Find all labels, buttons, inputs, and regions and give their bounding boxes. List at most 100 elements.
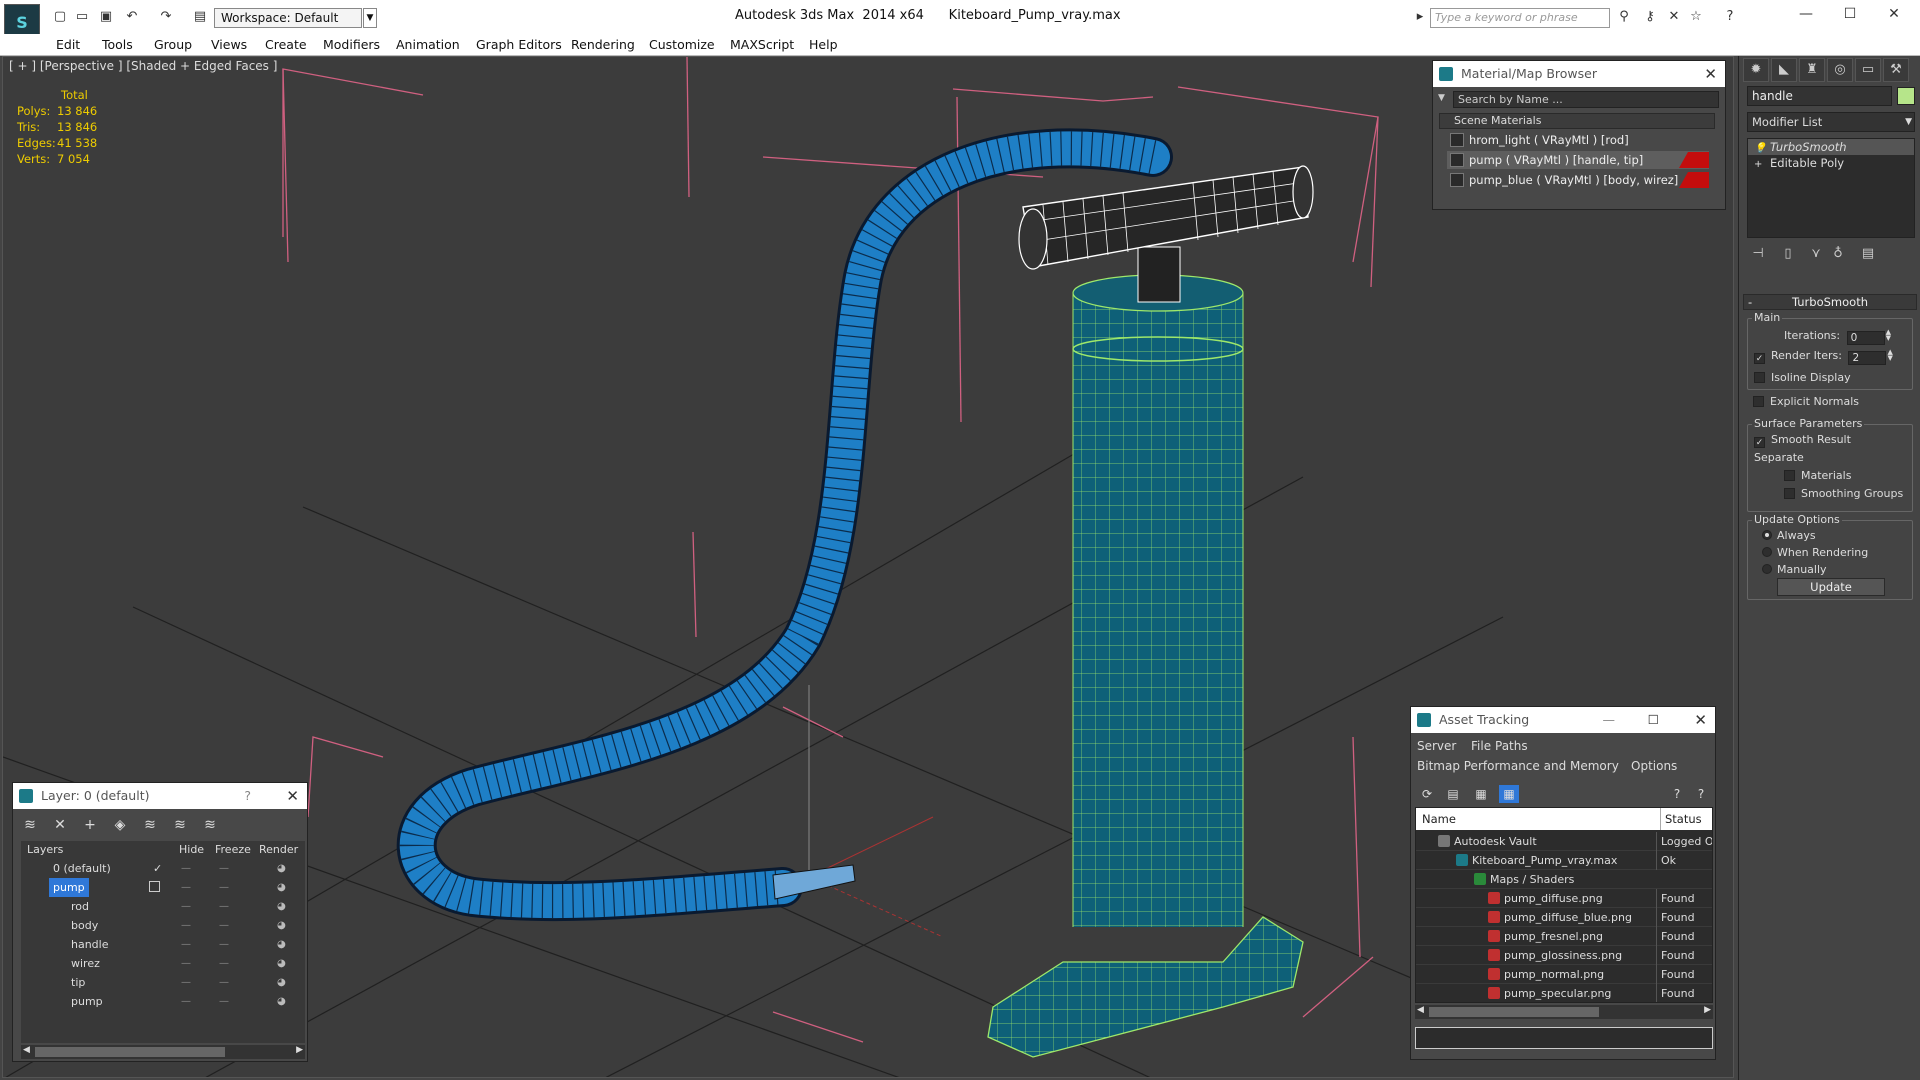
column-layers[interactable]: Layers — [27, 841, 63, 859]
undo-icon[interactable]: ↶ — [124, 9, 140, 25]
material-search-input[interactable]: Search by Name ... — [1453, 91, 1719, 108]
always-radio[interactable] — [1762, 530, 1772, 540]
layer-row[interactable]: handle — — ◕ — [21, 935, 305, 954]
layer-row[interactable]: pump — — ◕ — [21, 992, 305, 1011]
asset-row[interactable]: Kiteboard_Pump_vray.max Ok — [1416, 851, 1712, 870]
hide-toggle[interactable]: — — [181, 954, 195, 973]
layer-row[interactable]: pump — — ◕ — [21, 878, 305, 897]
menu-file[interactable]: File — [1471, 739, 1491, 753]
menu-help[interactable]: Help — [809, 37, 838, 52]
object-color-swatch[interactable] — [1897, 87, 1915, 105]
update-button[interactable]: Update — [1777, 578, 1885, 596]
menu-graph-editors[interactable]: Graph Editors — [476, 37, 562, 52]
render-teapot-icon[interactable]: ◕ — [277, 859, 286, 878]
menu-views[interactable]: Views — [211, 37, 247, 52]
smooth-result-checkbox[interactable]: ✓ — [1754, 437, 1765, 448]
asset-row[interactable]: pump_diffuse.png Found — [1416, 889, 1712, 908]
layer-row[interactable]: tip — — ◕ — [21, 973, 305, 992]
freeze-toggle[interactable]: — — [219, 916, 233, 935]
table-view-icon[interactable]: ▦ — [1499, 785, 1519, 803]
hierarchy-tab-icon[interactable]: ♜ — [1799, 58, 1825, 82]
menu-bitmap-performance[interactable]: Bitmap Performance and Memory — [1417, 759, 1619, 773]
search-input[interactable]: Type a keyword or phrase — [1430, 8, 1610, 28]
help-icon[interactable]: ? — [1667, 785, 1687, 803]
open-file-icon[interactable]: ▭ — [74, 9, 90, 25]
minimize-icon[interactable]: — — [1603, 707, 1616, 733]
column-freeze[interactable]: Freeze — [215, 841, 251, 859]
menu-tools[interactable]: Tools — [102, 37, 133, 52]
render-iters-spinner[interactable]: 2 — [1848, 351, 1887, 365]
asset-path-input[interactable] — [1415, 1027, 1713, 1049]
settings-help-icon[interactable]: ? — [1691, 785, 1711, 803]
hide-toggle[interactable]: — — [181, 973, 195, 992]
freeze-toggle[interactable]: — — [219, 992, 233, 1011]
hide-all-icon[interactable]: ≋ — [169, 815, 191, 835]
configure-sets-icon[interactable]: ▤ — [1857, 244, 1879, 264]
hide-toggle[interactable]: — — [181, 897, 195, 916]
asset-tracking-titlebar[interactable]: Asset Tracking — ☐ ✕ — [1411, 707, 1715, 733]
collapse-icon[interactable]: - — [1748, 295, 1752, 309]
manually-radio[interactable] — [1762, 564, 1772, 574]
maximize-icon[interactable]: ☐ — [1840, 6, 1860, 26]
render-teapot-icon[interactable]: ◕ — [277, 954, 286, 973]
set-current-box[interactable] — [149, 881, 160, 892]
minimize-icon[interactable]: — — [1796, 6, 1816, 26]
menu-group[interactable]: Group — [154, 37, 192, 52]
render-teapot-icon[interactable]: ◕ — [277, 992, 286, 1011]
object-name-input[interactable]: handle — [1747, 86, 1892, 106]
refresh-icon[interactable]: ⟳ — [1417, 785, 1437, 803]
isoline-checkbox[interactable] — [1754, 372, 1765, 383]
new-file-icon[interactable]: ▢ — [52, 9, 68, 25]
stack-item-editable-poly[interactable]: + Editable Poly — [1748, 155, 1914, 171]
asset-row[interactable]: pump_specular.png Found — [1416, 984, 1712, 1002]
asset-row[interactable]: Autodesk Vault Logged Ou — [1416, 832, 1712, 851]
freeze-toggle[interactable]: — — [219, 935, 233, 954]
turbosmooth-rollout-header[interactable]: - TurboSmooth — [1743, 294, 1917, 310]
redo-icon[interactable]: ↷ — [158, 9, 174, 25]
scroll-right-icon[interactable]: ▶ — [296, 1045, 303, 1055]
freeze-all-icon[interactable]: ≋ — [199, 815, 221, 835]
menu-create[interactable]: Create — [265, 37, 307, 52]
material-item[interactable]: pump ( VRayMtl ) [handle, tip] — [1447, 151, 1709, 169]
menu-options[interactable]: Options — [1631, 759, 1677, 773]
asset-row[interactable]: pump_diffuse_blue.png Found — [1416, 908, 1712, 927]
modify-tab-icon[interactable]: ◣ — [1771, 58, 1797, 82]
scrollbar-thumb[interactable] — [35, 1047, 225, 1057]
hide-toggle[interactable]: — — [181, 992, 195, 1011]
hide-toggle[interactable]: — — [181, 859, 195, 878]
communication-icon[interactable]: ✕ — [1666, 9, 1682, 25]
remove-modifier-icon[interactable]: ♁ — [1827, 244, 1849, 264]
horizontal-scrollbar[interactable]: ◀ ▶ — [21, 1045, 305, 1059]
modifier-list-dropdown[interactable]: Modifier List ▼ — [1747, 112, 1915, 132]
expand-arrow-icon[interactable]: ▸ — [1412, 9, 1428, 25]
column-status[interactable]: Status — [1660, 808, 1702, 830]
layer-dialog-titlebar[interactable]: Layer: 0 (default) ? ✕ — [13, 783, 307, 809]
scroll-right-icon[interactable]: ▶ — [1704, 1005, 1711, 1015]
save-icon[interactable]: ▣ — [98, 9, 114, 25]
close-icon[interactable]: ✕ — [1694, 707, 1707, 733]
hide-toggle[interactable]: — — [181, 916, 195, 935]
close-icon[interactable]: ✕ — [1704, 61, 1717, 87]
list-view-icon[interactable]: ▤ — [1443, 785, 1463, 803]
layer-row[interactable]: body — — ◕ — [21, 916, 305, 935]
maximize-icon[interactable]: ☐ — [1648, 707, 1659, 733]
render-teapot-icon[interactable]: ◕ — [277, 916, 286, 935]
render-teapot-icon[interactable]: ◕ — [277, 973, 286, 992]
freeze-toggle[interactable]: — — [219, 973, 233, 992]
horizontal-scrollbar[interactable]: ◀ ▶ — [1415, 1005, 1713, 1019]
asset-row[interactable]: pump_fresnel.png Found — [1416, 927, 1712, 946]
material-browser-titlebar[interactable]: Material/Map Browser ✕ — [1433, 61, 1725, 87]
column-name[interactable]: Name — [1422, 808, 1456, 830]
favorites-star-icon[interactable]: ☆ — [1688, 9, 1704, 25]
render-iters-checkbox[interactable]: ✓ — [1754, 353, 1765, 364]
help-icon[interactable]: ? — [1722, 9, 1738, 25]
scrollbar-thumb[interactable] — [1429, 1007, 1599, 1017]
expand-plus-icon[interactable]: + — [1754, 157, 1762, 173]
asset-row[interactable]: Maps / Shaders — [1416, 870, 1712, 889]
menu-maxscript[interactable]: MAXScript — [730, 37, 794, 52]
menu-server[interactable]: Server — [1417, 739, 1456, 753]
iterations-spinner[interactable]: 0 — [1846, 331, 1885, 345]
viewport-label-menu[interactable]: [ + ] [Perspective ] [Shaded + Edged Fac… — [9, 59, 277, 73]
highlight-layer-icon[interactable]: ≋ — [139, 815, 161, 835]
freeze-toggle[interactable]: — — [219, 878, 233, 897]
